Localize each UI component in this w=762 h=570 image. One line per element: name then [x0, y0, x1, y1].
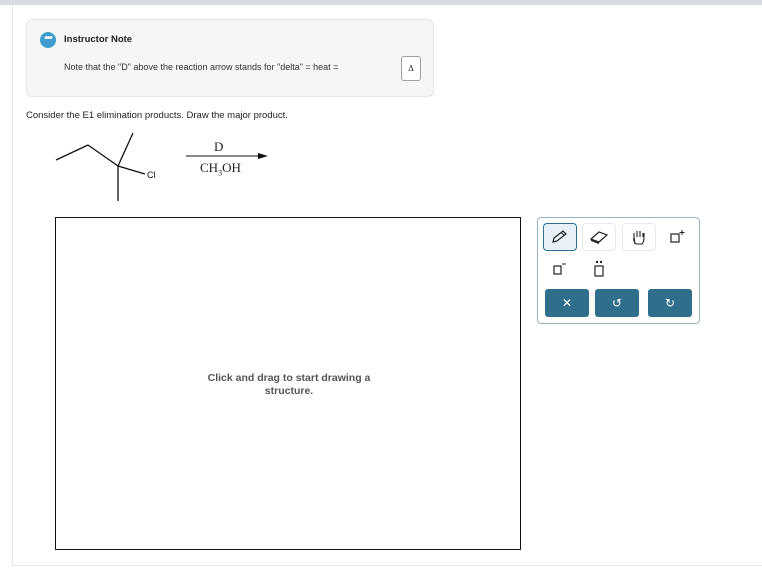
canvas-hint-line2: structure.: [264, 385, 314, 397]
bond: [55, 144, 89, 161]
note-title: Instructor Note: [64, 34, 133, 45]
ellipsis-icon: •••: [40, 32, 56, 48]
eraser-icon: [589, 231, 609, 244]
hand-icon: [633, 231, 645, 245]
reagent-ch: CH: [200, 160, 219, 175]
charge-icon: [594, 260, 604, 277]
chlorine-label: Cl: [147, 170, 156, 180]
drawing-toolbox: ✕ ↺ ↻: [537, 217, 700, 324]
canvas-hint-line1: Click and drag to start drawing a: [207, 372, 371, 384]
template-add-icon: [670, 230, 685, 243]
note-text: Note that the "D" above the reaction arr…: [64, 62, 339, 72]
redo-button[interactable]: ↻: [648, 289, 692, 317]
eraser-tool[interactable]: [582, 223, 616, 251]
bond: [117, 165, 146, 175]
hand-tool[interactable]: [622, 223, 656, 251]
question-text: Consider the E1 elimination products. Dr…: [26, 110, 288, 121]
instructor-note: ••• Instructor Note Note that the "D" ab…: [26, 19, 434, 97]
charge-tool[interactable]: [582, 255, 616, 283]
template-remove-tool[interactable]: [543, 255, 577, 283]
template-remove-icon: [553, 263, 566, 275]
bond: [87, 144, 119, 167]
clear-button[interactable]: ✕: [545, 289, 589, 317]
bond: [117, 132, 134, 167]
drawing-canvas[interactable]: Click and drag to start drawing a struct…: [55, 217, 521, 550]
undo-button[interactable]: ↺: [595, 289, 639, 317]
reagent-below-arrow: CH3OH: [200, 160, 241, 178]
pencil-tool[interactable]: [543, 223, 577, 251]
canvas-hint: Click and drag to start drawing a struct…: [56, 372, 522, 398]
template-add-tool[interactable]: [661, 223, 695, 251]
pencil-icon: [552, 230, 567, 243]
reactant-structure: Cl: [55, 132, 156, 201]
delta-symbol-box: Δ: [401, 56, 421, 81]
reagent-oh: OH: [222, 160, 241, 175]
